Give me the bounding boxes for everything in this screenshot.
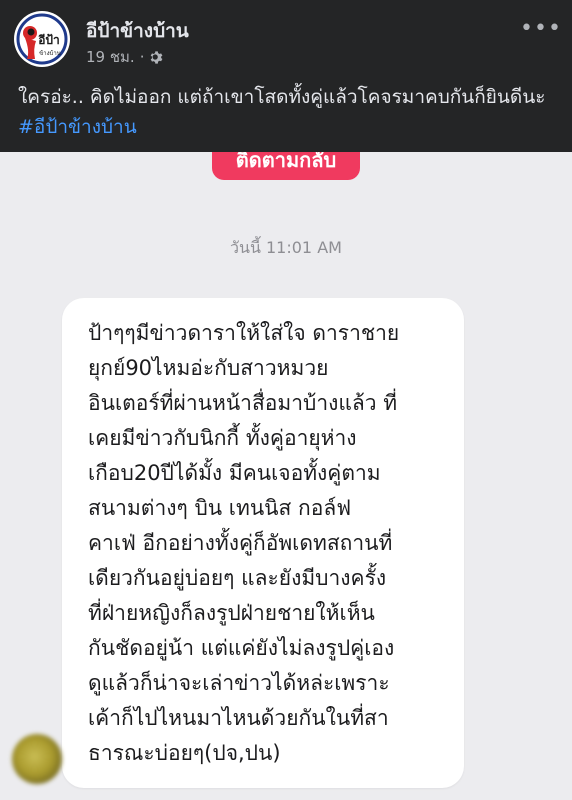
- post-time[interactable]: 19 ชม.: [86, 45, 135, 69]
- message-line: ป้าๆๆมีข่าวดาราให้ใส่ใจ ดาราชาย: [88, 321, 400, 345]
- message-line: ดูแล้วก็น่าจะเล่าข่าวได้หล่ะเพราะ: [88, 671, 390, 695]
- message-line: เคยมีข่าวกับนิกกี้ ทั้งคู่อายุห่าง: [88, 426, 357, 450]
- more-horizontal-icon: •••: [520, 15, 562, 41]
- message-line: เดียวกันอยู่บ่อยๆ และยังมีบางครั้ง: [88, 566, 387, 590]
- message-line: เค้าก็ไปไหนมาไหนด้วยกันในที่สา: [88, 706, 389, 730]
- more-options-button[interactable]: •••: [520, 14, 561, 42]
- message-line: สนามต่างๆ บิน เทนนิส กอล์ฟ: [88, 496, 352, 520]
- svg-text:อีป้า: อีป้า: [38, 33, 60, 47]
- meta-separator: ·: [139, 48, 145, 66]
- follow-back-button[interactable]: ติดตามกลับ: [212, 152, 360, 180]
- page-name[interactable]: อีป้าข้างบ้าน: [86, 16, 189, 46]
- svg-text:ข้างบ้าน: ข้างบ้าน: [39, 50, 61, 57]
- message-line: อินเตอร์ที่ผ่านหน้าสื่อมาบ้างแล้ว ที่: [88, 391, 398, 415]
- sender-avatar[interactable]: [12, 734, 62, 784]
- caption-text: ใครอ่ะ.. คิดไม่ออก แต่ถ้าเขาโสดทั้งคู่แล…: [18, 86, 546, 108]
- post-header: อีป้า ข้างบ้าน อีป้าข้างบ้าน 19 ชม. · ••…: [0, 0, 572, 152]
- message-line: ธารณะบ่อยๆ(ปจ,ปน): [88, 741, 281, 765]
- page-logo-icon: อีป้า ข้างบ้าน: [15, 12, 69, 66]
- message-line: กันชัดอยู่น้า แต่แค่ยังไม่ลงรูปคู่เอง: [88, 636, 395, 660]
- message-line: เกือบ20ปีได้มั้ง มีคนเจอทั้งคู่ตาม: [88, 461, 381, 485]
- message-line: ที่ฝ่ายหญิงก็ลงรูปฝ่ายชายให้เห็น: [88, 601, 375, 625]
- hashtag-link[interactable]: #อีป้าข้างบ้าน: [18, 116, 137, 138]
- message-text: ป้าๆๆมีข่าวดาราให้ใส่ใจ ดาราชายยุกย์90ไห…: [88, 316, 460, 771]
- message-timestamp: วันนี้ 11:01 AM: [230, 238, 342, 257]
- post-meta: 19 ชม. ·: [86, 45, 164, 69]
- post-caption: ใครอ่ะ.. คิดไม่ออก แต่ถ้าเขาโสดทั้งคู่แล…: [18, 82, 558, 142]
- message-line: ยุกย์90ไหมอ่ะกับสาวหมวย: [88, 356, 329, 380]
- message-line: คาเฟ่ อีกอย่างทั้งคู่ก็อัพเดทสถานที่: [88, 531, 393, 555]
- page-avatar[interactable]: อีป้า ข้างบ้าน: [14, 11, 70, 67]
- message-bubble: ป้าๆๆมีข่าวดาราให้ใส่ใจ ดาราชายยุกย์90ไห…: [62, 298, 464, 788]
- gear-icon[interactable]: [149, 50, 164, 65]
- chat-screenshot: ติดตามกลับ วันนี้ 11:01 AM ป้าๆๆมีข่าวดา…: [0, 152, 572, 800]
